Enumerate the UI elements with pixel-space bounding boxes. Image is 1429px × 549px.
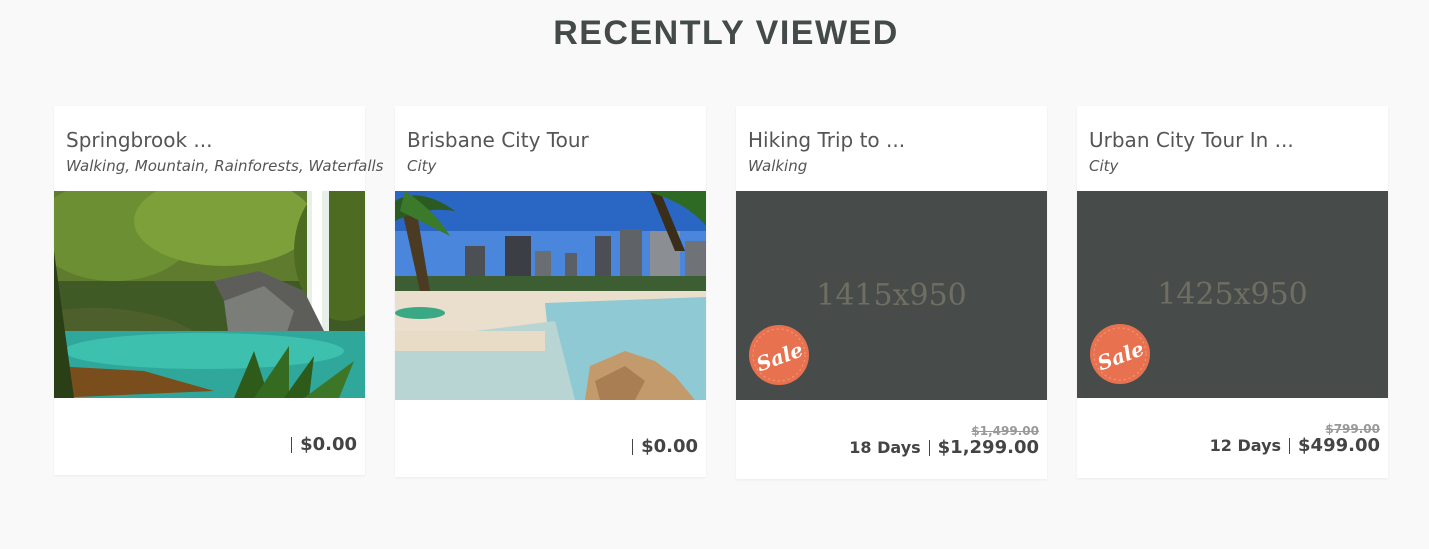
- price-divider: [632, 438, 634, 455]
- tour-image-placeholder[interactable]: 1425x950 Sale: [1077, 191, 1388, 398]
- placeholder-text: 1415x950: [816, 278, 967, 313]
- tour-image-city-beach[interactable]: [395, 191, 706, 400]
- tour-tags: Walking, Mountain, Rainforests, Waterfal…: [66, 157, 384, 175]
- duration: 12 Days: [1209, 436, 1282, 455]
- sale-badge-icon: Sale: [1090, 324, 1150, 384]
- price: $1,299.00: [937, 437, 1039, 458]
- price-row: 18 Days $1,299.00: [849, 437, 1039, 458]
- tour-title[interactable]: Urban City Tour In ...: [1089, 128, 1294, 152]
- price-divider: [1289, 437, 1291, 454]
- old-price: $799.00: [1325, 422, 1380, 436]
- tour-card-brisbane[interactable]: Brisbane City Tour City $0.00: [395, 106, 706, 477]
- placeholder-text: 1425x950: [1157, 277, 1308, 312]
- tour-image-waterfall[interactable]: [54, 191, 365, 398]
- price-divider: [291, 436, 293, 453]
- tour-title[interactable]: Springbrook ...: [66, 128, 213, 152]
- price-row: 12 Days $499.00: [1210, 435, 1380, 456]
- tour-card-springbrook[interactable]: Springbrook ... Walking, Mountain, Rainf…: [54, 106, 384, 475]
- price-divider: [928, 439, 930, 456]
- price-row: $0.00: [283, 434, 357, 455]
- price-row: $0.00: [624, 436, 698, 457]
- tour-card-urban-city[interactable]: Urban City Tour In ... City 1425x950 Sal…: [1077, 106, 1388, 478]
- price: $0.00: [641, 436, 698, 457]
- tour-title[interactable]: Hiking Trip to ...: [748, 128, 905, 152]
- tour-card-hiking[interactable]: Hiking Trip to ... Walking 1415x950 Sale…: [736, 106, 1047, 479]
- sale-badge-icon: Sale: [749, 325, 809, 385]
- duration: 18 Days: [849, 438, 921, 457]
- tour-image-placeholder[interactable]: 1415x950 Sale: [736, 191, 1047, 400]
- tour-tags: Walking: [748, 157, 808, 175]
- section-title: RECENTLY VIEWED: [553, 14, 899, 52]
- tour-tags: City: [407, 157, 437, 175]
- price: $499.00: [1298, 435, 1380, 456]
- old-price: $1,499.00: [971, 424, 1039, 438]
- tour-tags: City: [1089, 157, 1119, 175]
- tour-title[interactable]: Brisbane City Tour: [407, 128, 589, 152]
- price: $0.00: [300, 434, 357, 455]
